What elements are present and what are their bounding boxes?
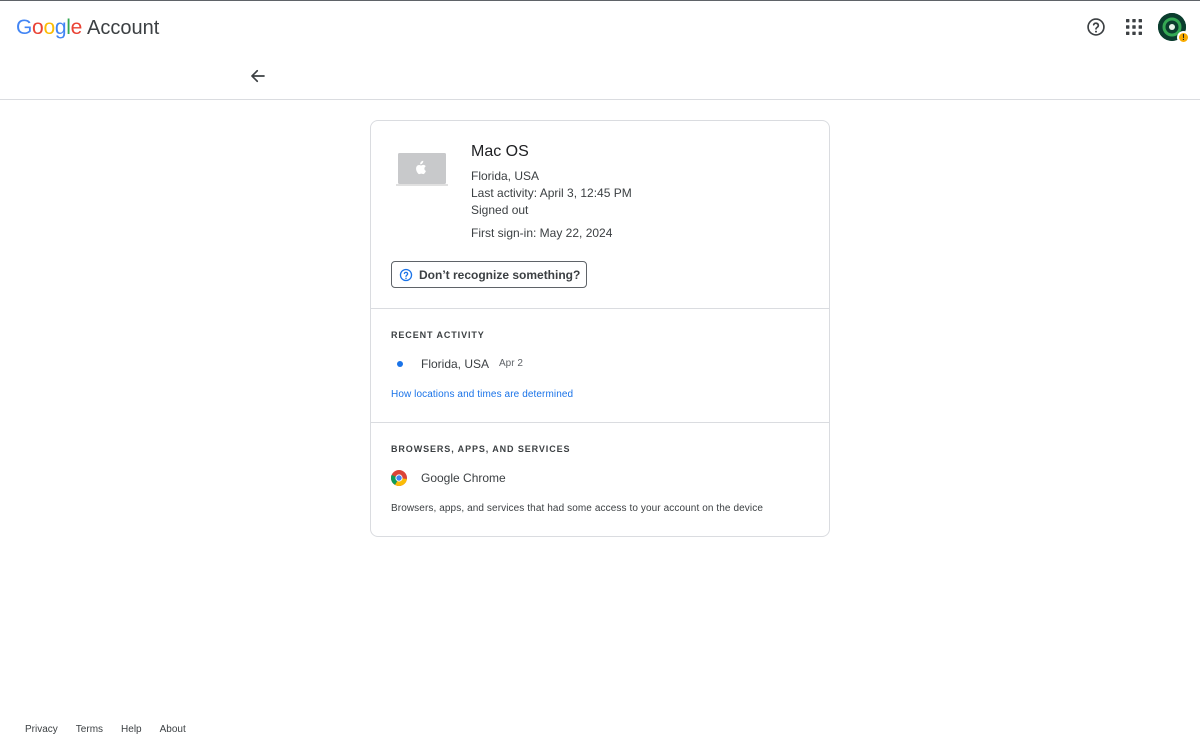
device-title: Mac OS xyxy=(471,143,529,160)
dont-recognize-button[interactable]: Don’t recognize something? xyxy=(391,261,587,288)
activity-location: Florida, USA xyxy=(421,357,490,371)
device-location: Florida, USA xyxy=(471,169,540,183)
navigation-bar xyxy=(0,54,1200,100)
locations-times-link[interactable]: How locations and times are determined xyxy=(391,389,573,400)
device-status: Signed out xyxy=(471,203,529,217)
brand-letter: o xyxy=(43,16,55,39)
google-account-logo[interactable]: Google Account xyxy=(16,16,159,42)
apps-description: Browsers, apps, and services that had so… xyxy=(391,503,763,514)
arrow-back-icon[interactable] xyxy=(246,64,270,88)
brand-letter: o xyxy=(32,16,44,39)
laptop-apple-icon xyxy=(396,151,448,189)
brand-letter: g xyxy=(54,16,67,39)
activity-dot xyxy=(397,361,403,367)
chrome-icon xyxy=(390,470,407,486)
help-circle-icon xyxy=(399,268,413,281)
apps-grid-icon[interactable] xyxy=(1120,13,1148,41)
top-bar: Google Account ! xyxy=(0,0,1200,54)
footer-help-link[interactable]: Help xyxy=(121,724,142,735)
footer: Privacy Terms Help About xyxy=(25,724,204,735)
app-name: Google Chrome xyxy=(421,471,506,485)
dont-recognize-label: Don’t recognize something? xyxy=(419,267,581,282)
top-actions: ! xyxy=(1072,13,1190,44)
device-first-signin: First sign-in: May 22, 2024 xyxy=(471,226,613,240)
footer-about-link[interactable]: About xyxy=(160,724,186,735)
footer-terms-link[interactable]: Terms xyxy=(76,724,103,735)
apps-section-title: BROWSERS, APPS, AND SERVICES xyxy=(391,444,571,454)
account-avatar[interactable]: ! xyxy=(1158,13,1190,44)
warning-badge: ! xyxy=(1177,31,1190,44)
help-icon[interactable] xyxy=(1082,13,1110,41)
section-divider xyxy=(371,422,829,423)
recent-activity-title: RECENT ACTIVITY xyxy=(391,330,485,340)
brand-letter: e xyxy=(70,16,83,39)
section-divider xyxy=(371,308,829,309)
footer-privacy-link[interactable]: Privacy xyxy=(25,724,58,735)
device-last-activity: Last activity: April 3, 12:45 PM xyxy=(471,186,632,200)
product-name: Account xyxy=(86,17,160,39)
device-details-card: Mac OS Florida, USA Last activity: April… xyxy=(370,120,830,537)
google-wordmark: Google xyxy=(16,16,82,40)
activity-date: Apr 2 xyxy=(499,358,523,369)
brand-letter: G xyxy=(16,16,33,39)
